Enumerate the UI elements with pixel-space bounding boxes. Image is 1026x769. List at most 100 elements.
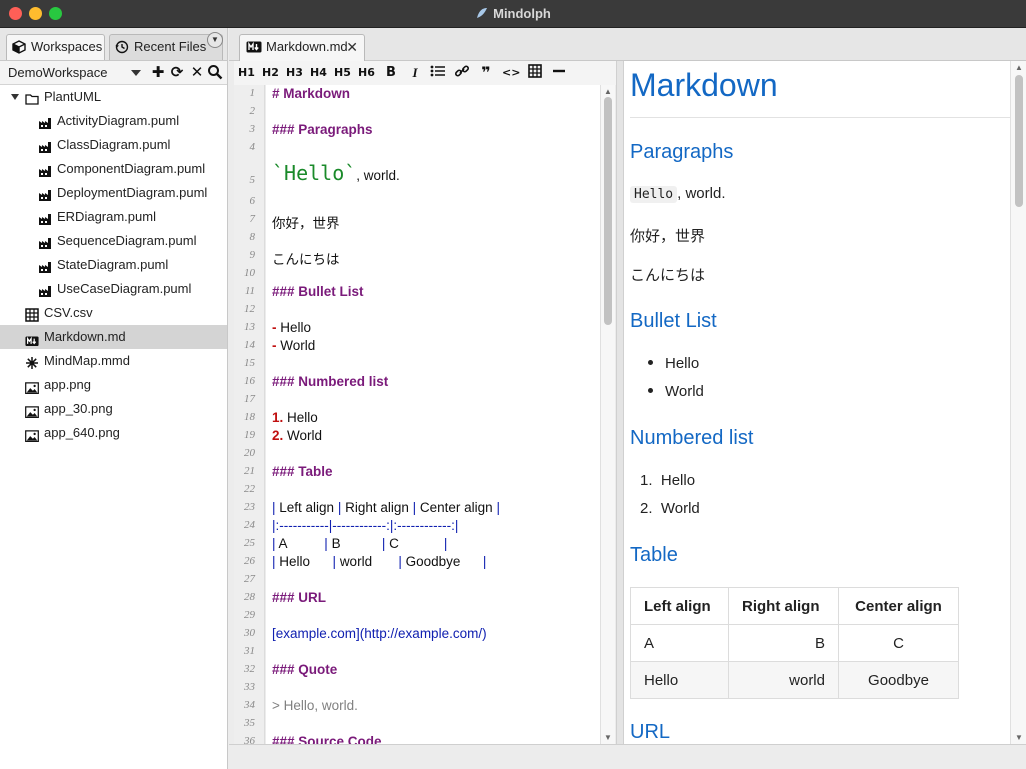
code-line[interactable]: ### URL <box>272 590 326 605</box>
code-line[interactable]: 1. Hello <box>272 410 318 425</box>
refresh-icon[interactable]: ⟳ <box>169 64 185 82</box>
editor-vertical-scrollbar[interactable]: ▲ ▼ <box>600 85 615 744</box>
tree-item[interactable]: UseCaseDiagram.puml <box>0 277 227 301</box>
list-marker: 2. <box>272 428 284 443</box>
table-cell: C <box>838 624 959 662</box>
scroll-down-icon[interactable]: ▼ <box>604 733 612 742</box>
mindmap-icon <box>25 354 39 369</box>
code-line[interactable]: [example.com](http://example.com/) <box>272 626 487 641</box>
preview-vertical-scrollbar[interactable]: ▲ ▼ <box>1010 61 1026 744</box>
tree-item[interactable]: ActivityDiagram.puml <box>0 109 227 133</box>
h3-button[interactable]: H3 <box>286 64 303 82</box>
code-icon[interactable]: <> <box>502 64 520 82</box>
table-source-part: | <box>443 536 448 551</box>
code-line[interactable]: ### Quote <box>272 662 337 677</box>
code-line[interactable]: ### Source Code <box>272 734 382 744</box>
line-number: 23 <box>244 501 255 513</box>
table-source-part: | <box>398 554 406 569</box>
line-number: 33 <box>244 681 255 693</box>
code-line[interactable]: ### Paragraphs <box>272 122 373 137</box>
expand-arrow-icon[interactable] <box>11 94 19 100</box>
tree-item[interactable]: app.png <box>0 373 227 397</box>
code-line[interactable]: | Left align | Right align | Center alig… <box>272 500 500 515</box>
tree-item[interactable]: ERDiagram.puml <box>0 205 227 229</box>
table-source-part: | <box>337 500 346 515</box>
code-text: Hello <box>283 410 318 425</box>
table-header-cell: Right align <box>728 587 839 625</box>
editor-scroll-thumb[interactable] <box>604 97 612 325</box>
code-line[interactable]: ### Numbered list <box>272 374 388 389</box>
tree-item[interactable]: StateDiagram.puml <box>0 253 227 277</box>
table-header-cell: Left align <box>630 587 729 625</box>
code-line[interactable]: | Hello | world | Goodbye | <box>272 554 486 569</box>
code-line[interactable]: # Markdown <box>272 86 350 101</box>
table-source-part: Right align <box>345 500 413 515</box>
h2-button[interactable]: H2 <box>262 64 279 82</box>
code-line[interactable]: ### Table <box>272 464 333 479</box>
horizontal-rule-icon[interactable] <box>552 64 566 82</box>
code-text: World <box>283 428 323 443</box>
tree-item[interactable]: app_30.png <box>0 397 227 421</box>
tree-item[interactable]: app_640.png <box>0 421 227 445</box>
line-number: 32 <box>244 663 255 675</box>
code-line[interactable]: 2. World <box>272 428 322 443</box>
table-source-part: | <box>482 554 487 569</box>
code-line[interactable]: - World <box>272 338 315 353</box>
tree-item[interactable]: SequenceDiagram.puml <box>0 229 227 253</box>
close-tab-icon[interactable]: ✕ <box>346 35 358 59</box>
add-icon[interactable]: ✚ <box>150 64 166 82</box>
tree-item[interactable]: PlantUML <box>0 85 227 109</box>
search-icon[interactable] <box>207 64 223 82</box>
h4-button[interactable]: H4 <box>310 64 327 82</box>
preview-h1: Markdown <box>630 67 778 103</box>
line-number: 7 <box>249 213 256 225</box>
plantuml-icon <box>38 186 52 201</box>
chevron-down-icon[interactable] <box>131 70 141 76</box>
line-number: 34 <box>244 699 255 711</box>
code-line[interactable]: |:-----------|------------:|:-----------… <box>272 518 458 533</box>
code-line[interactable]: > Hello, world. <box>272 698 358 713</box>
table-icon[interactable] <box>527 64 543 82</box>
preview-scroll-thumb[interactable] <box>1015 75 1023 207</box>
tree-item[interactable]: MindMap.mmd <box>0 349 227 373</box>
code-line[interactable]: こんにちは <box>272 248 340 268</box>
preview-numbered-item: 1. Hello <box>640 472 695 489</box>
bullet-list-glyph <box>430 65 445 77</box>
markdown-source-editor[interactable]: # Markdown ### Paragraphs `Hello`, world. 你… <box>266 85 600 744</box>
table-cell: Goodbye <box>838 661 959 699</box>
code-line[interactable]: | A | B | C | <box>272 536 447 551</box>
code-line[interactable]: `Hello`, world. <box>272 161 400 185</box>
tree-item-label: app_640.png <box>44 425 120 440</box>
editor-preview-splitter[interactable] <box>616 61 624 744</box>
h1-button[interactable]: H1 <box>238 64 255 82</box>
tab-list-dropdown-button[interactable]: ▼ <box>207 32 223 48</box>
quote-icon[interactable]: ❞ <box>479 64 493 82</box>
scroll-up-icon[interactable]: ▲ <box>604 87 612 96</box>
tree-item[interactable]: DeploymentDiagram.puml <box>0 181 227 205</box>
code-line[interactable]: 你好，世界 <box>272 212 340 232</box>
tab-recent-files[interactable]: Recent Files <box>109 34 223 60</box>
code-line[interactable]: ### Bullet List <box>272 284 364 299</box>
table-source-part: | <box>381 536 390 551</box>
tree-item[interactable]: ComponentDiagram.puml <box>0 157 227 181</box>
scroll-down-icon[interactable]: ▼ <box>1015 733 1023 742</box>
tree-item[interactable]: CSV.csv <box>0 301 227 325</box>
code-line[interactable]: - Hello <box>272 320 311 335</box>
h6-button[interactable]: H6 <box>358 64 375 82</box>
tree-item[interactable]: Markdown.md <box>0 325 227 349</box>
inline-code-hello: Hello <box>630 186 678 203</box>
scroll-up-icon[interactable]: ▲ <box>1015 63 1023 72</box>
link-icon[interactable] <box>454 64 470 82</box>
tab-markdown-md[interactable]: Markdown.md ✕ <box>239 34 365 61</box>
image-icon <box>25 402 39 418</box>
bold-button[interactable]: B <box>384 64 398 82</box>
italic-button[interactable]: I <box>408 64 422 82</box>
h5-button[interactable]: H5 <box>334 64 351 82</box>
bullet-list-icon[interactable] <box>430 64 446 82</box>
collapse-all-icon[interactable]: ✕ <box>189 64 205 82</box>
workspace-selector[interactable]: DemoWorkspace <box>8 65 107 80</box>
tab-workspaces[interactable]: Workspaces <box>6 34 105 60</box>
tree-item[interactable]: ClassDiagram.puml <box>0 133 227 157</box>
list-marker: 1. <box>272 410 284 425</box>
left-tab-bar: Workspaces Recent Files ▼ <box>0 28 227 61</box>
